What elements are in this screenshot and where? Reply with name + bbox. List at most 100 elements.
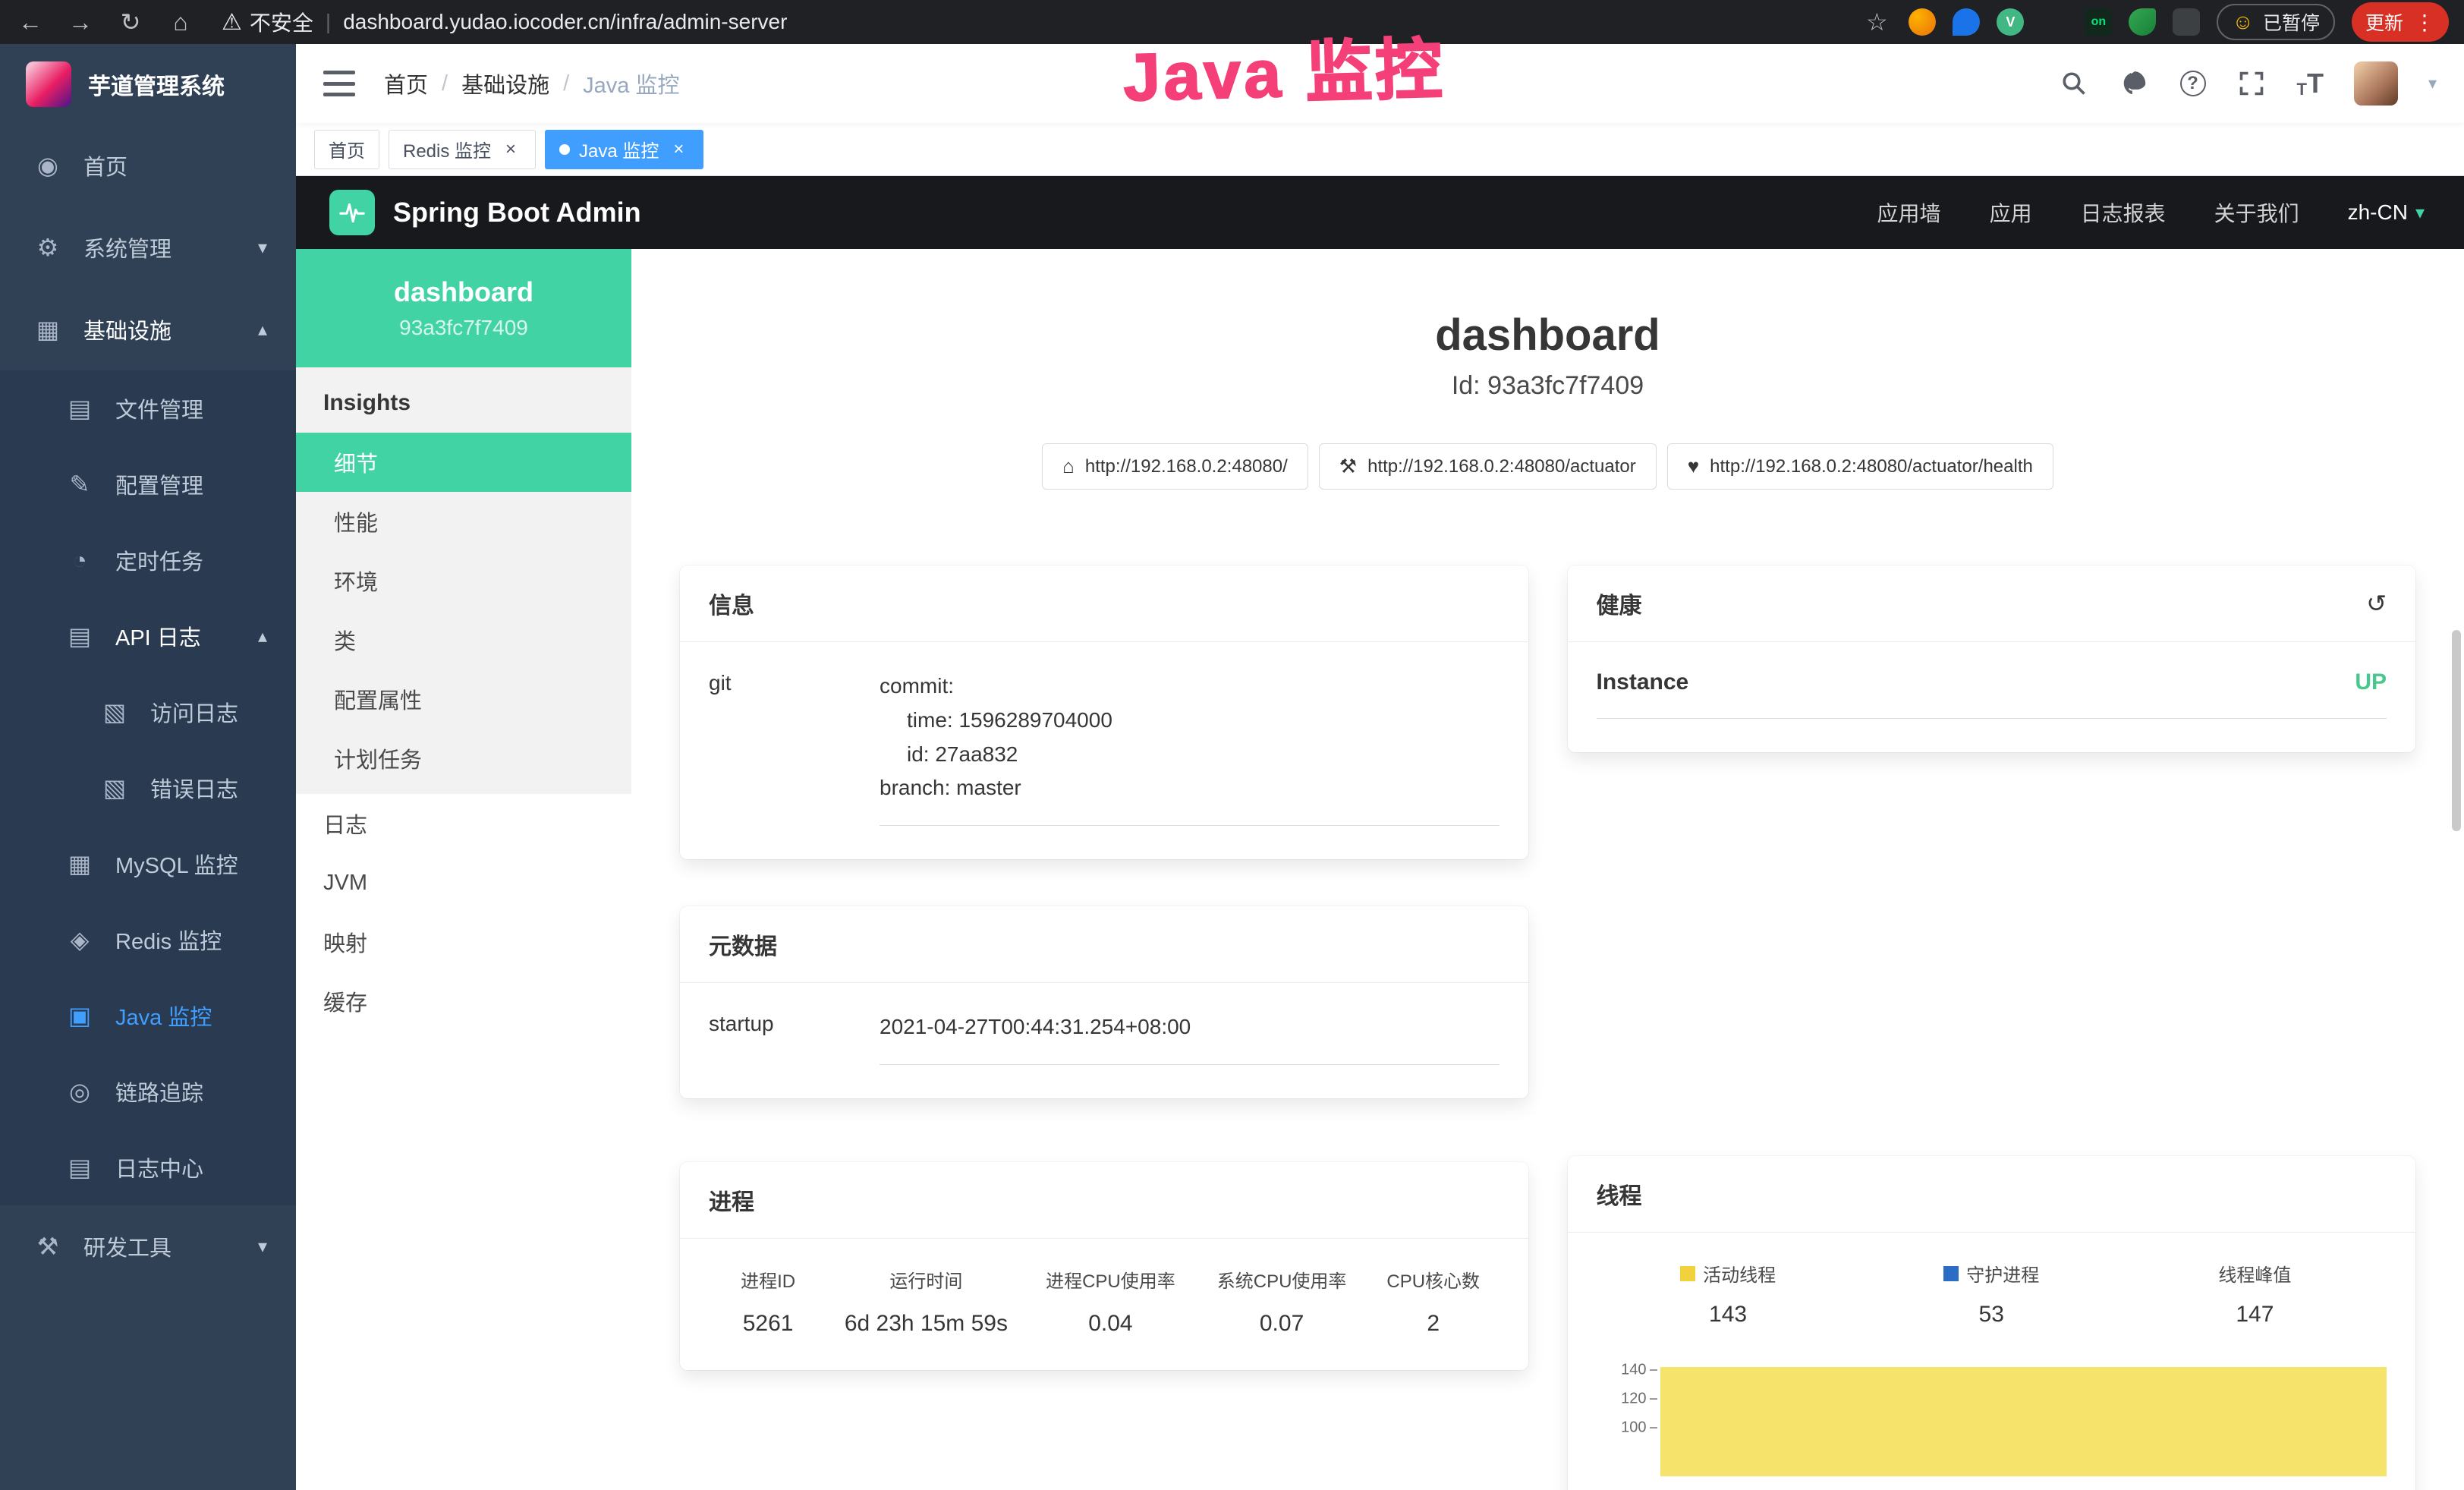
- logo-avatar-image: [26, 61, 71, 107]
- sidebar-item-label: 文件管理: [115, 392, 203, 424]
- tab-redis-monitor[interactable]: Redis 监控 ×: [389, 130, 536, 169]
- wrench-icon: ⚒: [1339, 455, 1357, 478]
- sidebar-item-java-monitor[interactable]: ▣ Java 监控: [0, 978, 296, 1054]
- sidebar-item-error-log[interactable]: ▧ 错误日志: [0, 750, 296, 826]
- sba-nav-applications[interactable]: 应用: [1990, 197, 2032, 228]
- reload-icon[interactable]: ↻: [115, 8, 146, 36]
- close-icon[interactable]: ×: [668, 139, 689, 160]
- error-log-icon: ▧: [99, 773, 131, 802]
- tab-label: 首页: [329, 136, 365, 162]
- forward-icon[interactable]: →: [65, 8, 96, 36]
- sba-item-classes[interactable]: 类: [296, 610, 631, 669]
- sidebar-item-infra[interactable]: ▦ 基础设施 ▴: [0, 288, 296, 370]
- extension-icon-fox[interactable]: [1909, 8, 1936, 36]
- sba-nav-journal[interactable]: 日志报表: [2081, 197, 2166, 228]
- app-logo[interactable]: 芋道管理系统: [0, 44, 296, 124]
- sidebar-item-system[interactable]: ⚙ 系统管理 ▾: [0, 206, 296, 288]
- fullscreen-icon[interactable]: [2236, 68, 2267, 99]
- home-icon[interactable]: ⌂: [165, 8, 196, 36]
- sidebar-item-log-center[interactable]: ▤ 日志中心: [0, 1129, 296, 1205]
- sba-item-metrics[interactable]: 性能: [296, 492, 631, 551]
- info-card-body: git commit: time: 1596289704000 id: 27aa…: [680, 642, 1528, 859]
- paused-label: 已暂停: [2263, 8, 2320, 36]
- sba-language-select[interactable]: zh-CN ▾: [2348, 200, 2425, 225]
- cards-left-column: 信息 git commit: time: 1596289704000 id: 2…: [680, 565, 1528, 1370]
- service-url-link[interactable]: ⌂ http://192.168.0.2:48080/: [1042, 443, 1308, 490]
- help-icon[interactable]: ?: [2180, 71, 2206, 96]
- chrome-update-button[interactable]: 更新 ⋮: [2352, 2, 2449, 42]
- sidebar-item-scheduled-jobs[interactable]: ◔ 定时任务: [0, 522, 296, 598]
- font-size-icon[interactable]: TT: [2297, 68, 2324, 99]
- info-value: commit: time: 1596289704000 id: 27aa832 …: [880, 669, 1499, 826]
- sidebar-item-config-manage[interactable]: ✎ 配置管理: [0, 446, 296, 522]
- threads-chart-y-axis: 140 120 100: [1597, 1362, 1660, 1476]
- close-icon[interactable]: ×: [500, 139, 521, 160]
- logo-title: 芋道管理系统: [88, 68, 225, 101]
- sidebar-item-mysql-monitor[interactable]: ▦ MySQL 监控: [0, 826, 296, 902]
- sba-item-scheduled-tasks[interactable]: 计划任务: [296, 729, 631, 788]
- breadcrumb-separator: /: [563, 71, 569, 96]
- sidebar-item-label: 系统管理: [83, 232, 172, 263]
- history-icon[interactable]: ↺: [2366, 589, 2387, 618]
- extension-icon-drop[interactable]: [1953, 8, 1980, 36]
- breadcrumb-home[interactable]: 首页: [384, 68, 428, 99]
- github-icon[interactable]: [2119, 68, 2150, 99]
- tab-java-monitor[interactable]: Java 监控 ×: [545, 130, 703, 169]
- extension-icon-grid[interactable]: [2041, 8, 2068, 36]
- sidebar-item-file-manage[interactable]: ▤ 文件管理: [0, 370, 296, 446]
- sba-nav-wallboard[interactable]: 应用墙: [1877, 197, 1941, 228]
- process-card-title: 进程: [680, 1162, 1528, 1239]
- avatar-caret-icon[interactable]: ▾: [2428, 74, 2437, 93]
- sba-nav-about[interactable]: 关于我们: [2214, 197, 2299, 228]
- sba-instance-header[interactable]: dashboard 93a3fc7f7409: [296, 249, 631, 367]
- process-col-process-cpu: 进程CPU使用率 0.04: [1025, 1266, 1197, 1337]
- browser-toolbar: ← → ↻ ⌂ ⚠ 不安全 | dashboard.yudao.iocoder.…: [0, 0, 2464, 44]
- access-log-icon: ▧: [99, 698, 131, 726]
- metadata-card: 元数据 startup 2021-04-27T00:44:31.254+08:0…: [680, 906, 1528, 1098]
- back-icon[interactable]: ←: [15, 8, 46, 36]
- sba-brand-title: Spring Boot Admin: [393, 197, 641, 228]
- link-label: http://192.168.0.2:48080/actuator/health: [1710, 456, 2033, 477]
- breadcrumb-infra[interactable]: 基础设施: [461, 68, 549, 99]
- health-url-link[interactable]: ♥ http://192.168.0.2:48080/actuator/heal…: [1667, 443, 2053, 490]
- extension-icon-puzzle[interactable]: [2173, 8, 2200, 36]
- url-text[interactable]: dashboard.yudao.iocoder.cn/infra/admin-s…: [343, 10, 787, 34]
- threads-card-title: 线程: [1568, 1156, 2416, 1233]
- sidebar-item-tracing[interactable]: ◎ 链路追踪: [0, 1054, 296, 1129]
- hamburger-icon[interactable]: [323, 71, 355, 96]
- extension-icon-vue-devtools[interactable]: V: [1997, 8, 2024, 36]
- actuator-url-link[interactable]: ⚒ http://192.168.0.2:48080/actuator: [1319, 443, 1657, 490]
- search-icon[interactable]: [2059, 68, 2089, 99]
- sidebar-item-label: MySQL 监控: [115, 848, 238, 880]
- kebab-menu-icon[interactable]: ⋮: [2414, 10, 2435, 35]
- spring-boot-admin-logo[interactable]: [329, 190, 375, 235]
- sidebar-item-home[interactable]: ◉ 首页: [0, 124, 296, 206]
- address-bar[interactable]: ⚠ 不安全 | dashboard.yudao.iocoder.cn/infra…: [222, 7, 787, 37]
- sba-item-mappings[interactable]: 映射: [296, 912, 631, 972]
- insights-group: Insights 细节 性能 环境 类 配置属性 计划任务: [296, 367, 631, 794]
- bookmark-star-icon[interactable]: ☆: [1861, 8, 1892, 36]
- sba-item-logs[interactable]: 日志: [296, 794, 631, 853]
- threads-card-body: 活动线程 143 守护进程: [1568, 1233, 2416, 1490]
- instance-id: 93a3fc7f7409: [308, 316, 619, 340]
- sba-item-environment[interactable]: 环境: [296, 551, 631, 610]
- sidebar-item-label: 配置管理: [115, 468, 203, 500]
- chevron-down-icon: ▾: [258, 1236, 267, 1258]
- tab-home[interactable]: 首页: [314, 130, 379, 169]
- paused-badge[interactable]: ☺ 已暂停: [2217, 4, 2335, 40]
- security-warning[interactable]: ⚠ 不安全: [222, 7, 313, 37]
- sba-item-details[interactable]: 细节: [296, 433, 631, 492]
- sba-item-caches[interactable]: 缓存: [296, 972, 631, 1031]
- sidebar-item-api-log[interactable]: ▤ API 日志 ▴: [0, 598, 296, 674]
- sidebar-item-redis-monitor[interactable]: ◈ Redis 监控: [0, 902, 296, 978]
- scrollbar-thumb[interactable]: [2452, 630, 2461, 831]
- extension-icon-on-badge[interactable]: on: [2085, 8, 2112, 36]
- user-avatar[interactable]: [2354, 61, 2398, 106]
- sba-item-jvm[interactable]: JVM: [296, 853, 631, 912]
- sba-item-config-props[interactable]: 配置属性: [296, 669, 631, 729]
- metadata-key: startup: [709, 1010, 880, 1065]
- extension-icon-leaf[interactable]: [2129, 8, 2156, 36]
- sidebar-item-access-log[interactable]: ▧ 访问日志: [0, 674, 296, 750]
- sidebar-item-dev-tools[interactable]: ⚒ 研发工具 ▾: [0, 1205, 296, 1287]
- threads-chart-plot: [1660, 1362, 2387, 1476]
